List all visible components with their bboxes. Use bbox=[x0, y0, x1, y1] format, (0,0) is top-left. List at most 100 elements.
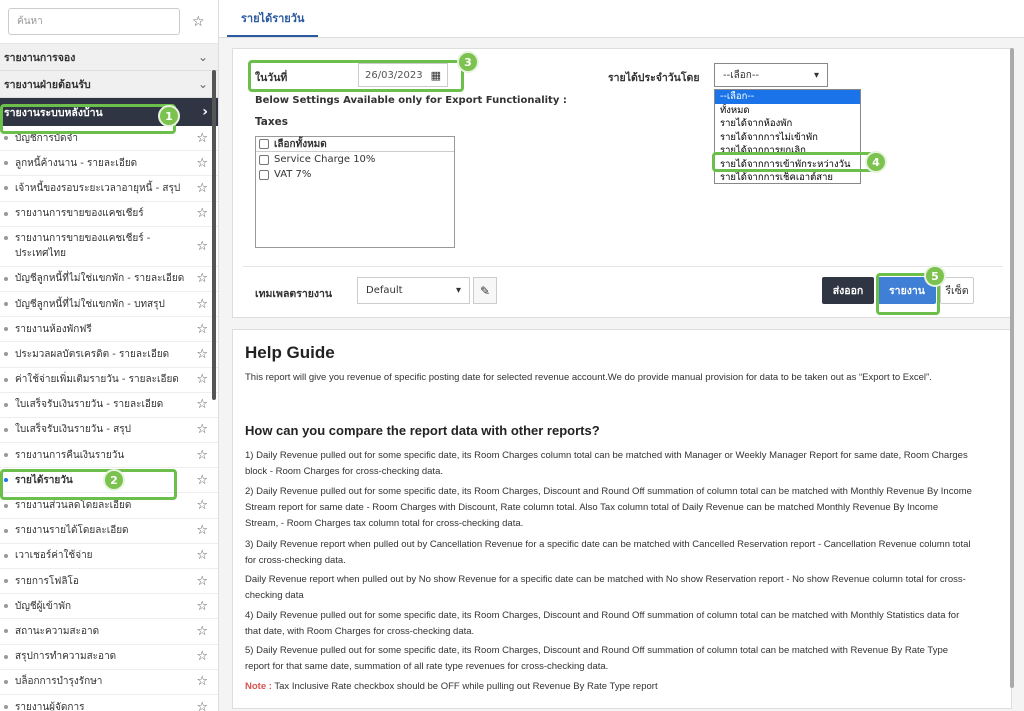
help-guide-card: Help Guide This report will give you rev… bbox=[232, 329, 1012, 709]
sidebar-scrollbar[interactable] bbox=[212, 70, 216, 400]
star-icon[interactable]: ☆ bbox=[196, 674, 208, 689]
sidebar-item-label: สถานะความสะอาด bbox=[15, 625, 100, 637]
sidebar-item[interactable]: ลูกหนี้ค้างนาน - รายละเอียด ☆ bbox=[0, 151, 218, 177]
help-intro: This report will give you revenue of spe… bbox=[245, 372, 932, 383]
star-icon[interactable]: ☆ bbox=[196, 322, 208, 337]
sidebar-item[interactable]: สรุปการทำความสะอาด ☆ bbox=[0, 645, 218, 670]
star-icon[interactable]: ☆ bbox=[196, 239, 208, 254]
star-icon[interactable]: ☆ bbox=[192, 14, 205, 30]
sidebar-item[interactable]: รายงานการขายของแคชเชียร์ ☆ bbox=[0, 202, 218, 227]
sidebar-item[interactable]: ประมวลผลบัตรเครดิต - รายละเอียด ☆ bbox=[0, 342, 218, 368]
bullet-icon bbox=[4, 302, 8, 307]
star-icon[interactable]: ☆ bbox=[196, 297, 208, 312]
bullet-icon bbox=[4, 453, 8, 458]
reset-button[interactable]: รีเซ็ต bbox=[940, 277, 974, 304]
bullet-icon bbox=[4, 705, 8, 710]
bullet-icon bbox=[4, 427, 8, 432]
star-icon[interactable]: ☆ bbox=[196, 548, 208, 563]
sidebar-item[interactable]: เจ้าหนี้ของรอบระยะเวลาอายุหนี้ - สรุป ☆ bbox=[0, 176, 218, 202]
export-button[interactable]: ส่งออก bbox=[822, 277, 874, 304]
sidebar-item[interactable]: บัญชีลูกหนี้ที่ไม่ใช่แขกพัก - บทสรุป ☆ bbox=[0, 292, 218, 318]
sidebar-item-label: รายงานการขายของแคชเชียร์ - ประเทศไทย bbox=[15, 233, 151, 260]
sidebar-item[interactable]: รายงานการขายของแคชเชียร์ - ประเทศไทย ☆ bbox=[0, 227, 218, 267]
callout-2-frame bbox=[0, 469, 177, 500]
taxes-list: เลือกทั้งหมด Service Charge 10% VAT 7% bbox=[255, 136, 455, 248]
revenue-by-label: รายได้ประจำวันโดย bbox=[608, 72, 700, 84]
bullet-icon bbox=[4, 236, 8, 241]
sidebar-item-label: รายการโฟลิโอ bbox=[15, 575, 79, 587]
star-icon[interactable]: ☆ bbox=[196, 624, 208, 639]
star-icon[interactable]: ☆ bbox=[196, 206, 208, 221]
sidebar-item[interactable]: บัญชีผู้เข้าพัก ☆ bbox=[0, 594, 218, 620]
dropdown-option[interactable]: --เลือก-- bbox=[715, 90, 860, 104]
bullet-icon bbox=[4, 352, 8, 357]
main-panel: รายได้รายวัน ในวันที่ 26/03/2023 ▦ Below… bbox=[219, 0, 1024, 711]
star-icon[interactable]: ☆ bbox=[196, 599, 208, 614]
sidebar-item[interactable]: บัญชีลูกหนี้ที่ไม่ใช่แขกพัก - รายละเอียด… bbox=[0, 267, 218, 292]
star-icon[interactable]: ☆ bbox=[196, 498, 208, 513]
template-select[interactable]: Default ▾ bbox=[357, 277, 470, 304]
caret-down-icon: ▾ bbox=[455, 285, 461, 296]
section-reservation-reports[interactable]: รายงานการจอง ⌄ bbox=[0, 44, 218, 71]
star-icon[interactable]: ☆ bbox=[196, 397, 208, 412]
callout-4-frame bbox=[712, 152, 880, 172]
help-subtitle: How can you compare the report data with… bbox=[245, 423, 600, 438]
section-front-office-reports[interactable]: รายงานฝ่ายต้อนรับ ⌄ bbox=[0, 71, 218, 98]
note-text: Tax Inclusive Rate checkbox should be OF… bbox=[271, 681, 658, 692]
sidebar-item-label: รายงานรายได้โดยละเอียด bbox=[15, 525, 129, 537]
sidebar-item[interactable]: รายงานผู้จัดการ ☆ bbox=[0, 695, 218, 711]
tab-daily-revenue[interactable]: รายได้รายวัน bbox=[227, 9, 319, 37]
dropdown-option[interactable]: รายได้จากห้องพัก bbox=[715, 117, 860, 131]
tax-select-all[interactable]: เลือกทั้งหมด bbox=[256, 137, 454, 152]
sidebar-item[interactable]: รายการโฟลิโอ ☆ bbox=[0, 569, 218, 595]
edit-icon: ✎ bbox=[479, 283, 491, 298]
star-icon[interactable]: ☆ bbox=[196, 574, 208, 589]
star-icon[interactable]: ☆ bbox=[196, 347, 208, 362]
star-icon[interactable]: ☆ bbox=[196, 700, 208, 711]
star-icon[interactable]: ☆ bbox=[196, 523, 208, 538]
bullet-icon bbox=[4, 402, 8, 407]
sidebar-item[interactable]: รายงานการคืนเงินรายวัน ☆ bbox=[0, 443, 218, 469]
checkbox[interactable] bbox=[259, 154, 269, 165]
star-icon[interactable]: ☆ bbox=[196, 422, 208, 437]
bullet-icon bbox=[4, 679, 8, 684]
revenue-by-select[interactable]: --เลือก-- ▾ bbox=[714, 63, 828, 87]
sidebar-item-label: บล็อกการบำรุงรักษา bbox=[15, 676, 103, 688]
search-input[interactable]: ค้นหา bbox=[8, 8, 180, 35]
star-icon[interactable]: ☆ bbox=[196, 181, 208, 196]
tab-bar: รายได้รายวัน bbox=[219, 0, 1024, 38]
sidebar-item-label: ประมวลผลบัตรเครดิต - รายละเอียด bbox=[15, 348, 170, 360]
star-icon[interactable]: ☆ bbox=[196, 649, 208, 664]
star-icon[interactable]: ☆ bbox=[196, 448, 208, 463]
star-icon[interactable]: ☆ bbox=[196, 473, 208, 488]
sidebar-item[interactable]: บล็อกการบำรุงรักษา ☆ bbox=[0, 670, 218, 695]
dropdown-option[interactable]: รายได้จากการไม่เข้าพัก bbox=[715, 131, 860, 145]
sidebar-item[interactable]: ค่าใช้จ่ายเพิ่มเติมรายวัน - รายละเอียด ☆ bbox=[0, 368, 218, 393]
edit-template-button[interactable]: ✎ bbox=[473, 277, 497, 304]
checkbox[interactable] bbox=[259, 169, 269, 180]
help-title: Help Guide bbox=[245, 343, 335, 362]
help-note: Note : Tax Inclusive Rate checkbox shoul… bbox=[245, 679, 973, 695]
star-icon[interactable]: ☆ bbox=[196, 372, 208, 387]
sidebar-item-label: บัญชีลูกหนี้ที่ไม่ใช่แขกพัก - บทสรุป bbox=[15, 298, 165, 310]
dropdown-option[interactable]: ทั้งหมด bbox=[715, 104, 860, 118]
star-icon[interactable]: ☆ bbox=[196, 131, 208, 146]
sidebar-item[interactable]: รายงานห้องพักฟรี ☆ bbox=[0, 317, 218, 343]
sidebar-item[interactable]: ใบเสร็จรับเงินรายวัน - สรุป ☆ bbox=[0, 418, 218, 444]
checkbox[interactable] bbox=[259, 139, 269, 149]
dropdown-option[interactable]: รายได้จากการเช็คเอาต์สาย bbox=[715, 171, 860, 185]
bullet-icon bbox=[4, 604, 8, 609]
tax-option[interactable]: VAT 7% bbox=[256, 167, 454, 182]
tax-option[interactable]: Service Charge 10% bbox=[256, 152, 454, 167]
bullet-icon bbox=[4, 629, 8, 634]
template-label: เทมเพลตรายงาน bbox=[255, 288, 333, 300]
main-scrollbar[interactable] bbox=[1010, 48, 1014, 688]
sidebar-item[interactable]: สถานะความสะอาด ☆ bbox=[0, 619, 218, 645]
bullet-icon bbox=[4, 553, 8, 558]
star-icon[interactable]: ☆ bbox=[196, 271, 208, 286]
sidebar-item[interactable]: รายงานรายได้โดยละเอียด ☆ bbox=[0, 519, 218, 544]
bullet-icon bbox=[4, 327, 8, 332]
sidebar-item[interactable]: ใบเสร็จรับเงินรายวัน - รายละเอียด ☆ bbox=[0, 393, 218, 418]
sidebar-item[interactable]: เวาเชอร์ค่าใช้จ่าย ☆ bbox=[0, 544, 218, 569]
star-icon[interactable]: ☆ bbox=[196, 156, 208, 171]
